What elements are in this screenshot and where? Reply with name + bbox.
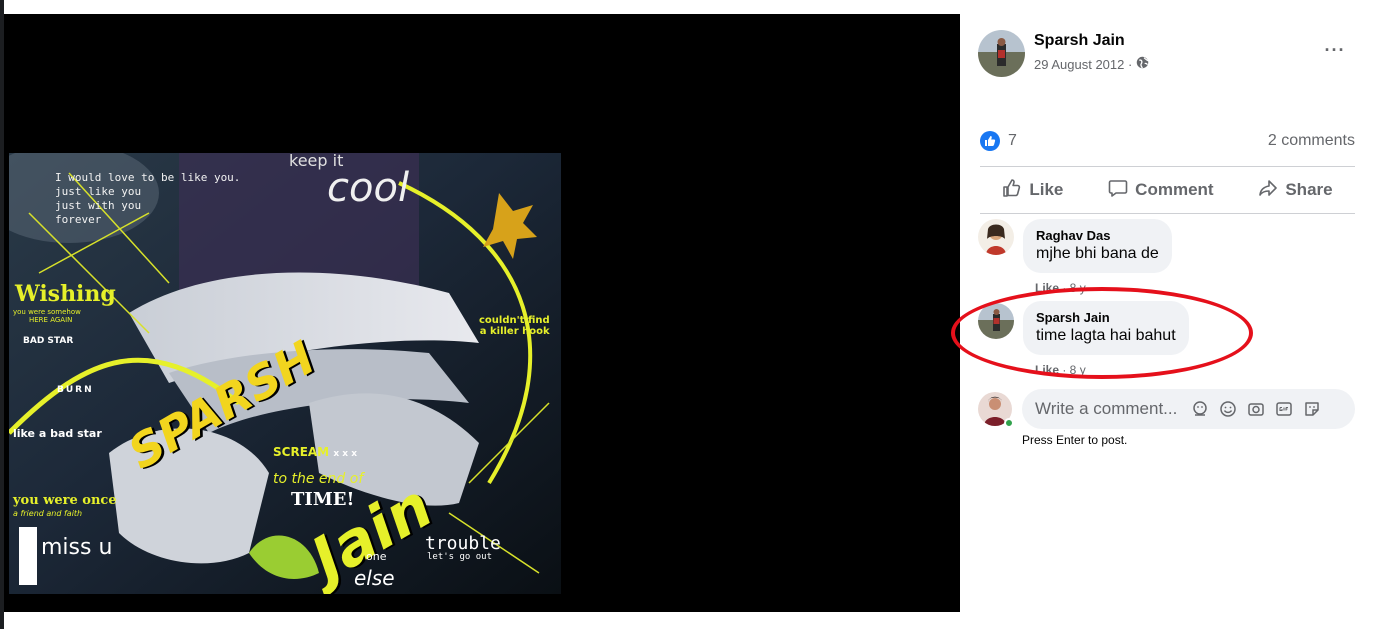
globe-icon (1136, 56, 1149, 72)
photo-text-one: one (366, 550, 387, 563)
divider (980, 213, 1355, 214)
post-photo[interactable]: I would love to be like you. just like y… (9, 153, 561, 594)
photo-text-cool: cool (327, 165, 410, 211)
photo-text-small: a friend and faith (13, 509, 83, 518)
photo-text-trouble: trouble (425, 533, 501, 554)
photo-text-else: else (354, 566, 395, 590)
comment-input[interactable] (1035, 399, 1185, 419)
photo-text-line: just with you (55, 199, 142, 212)
sticker-icon[interactable] (1303, 400, 1321, 418)
photo-text-line: couldn't find (479, 315, 550, 326)
camera-icon[interactable] (1247, 400, 1265, 418)
photo-viewer[interactable]: I would love to be like you. just like y… (4, 14, 960, 612)
comment-count-link[interactable]: 2 comments (1268, 132, 1355, 150)
post-meta: 29 August 2012 · (1034, 56, 1149, 72)
photo-text-line: forever (55, 213, 102, 226)
composer-hint: Press Enter to post. (1022, 433, 1128, 447)
post-date[interactable]: 29 August 2012 · (1034, 57, 1132, 72)
photo-text-scream: SCREAM (273, 445, 330, 459)
photo-text-wishing: Wishing (15, 281, 116, 307)
divider (980, 166, 1355, 167)
author-name[interactable]: Sparsh Jain (1034, 32, 1125, 50)
reaction-summary[interactable]: 7 (980, 131, 1017, 151)
comment-meta: Like · 8 y (1035, 363, 1086, 377)
like-label: Like (1029, 180, 1064, 199)
comment-composer[interactable] (1022, 389, 1355, 429)
comment-like-link[interactable]: Like (1035, 281, 1059, 295)
photo-text-line: just like you (55, 185, 142, 198)
photo-text-miss-u: miss u (41, 535, 113, 560)
comment-button[interactable]: Comment (1108, 178, 1214, 203)
commenter-name[interactable]: Sparsh Jain (1036, 310, 1176, 326)
share-label: Share (1285, 180, 1333, 199)
comment-age[interactable]: · 8 y (1059, 363, 1085, 377)
post-actions: Like Comment Share (980, 168, 1355, 212)
gif-icon[interactable] (1275, 400, 1293, 418)
comment-meta: Like · 8 y (1035, 281, 1086, 295)
comment-label: Comment (1135, 180, 1214, 199)
photo-text-end-of: to the end of (273, 471, 364, 487)
commenter-name[interactable]: Raghav Das (1036, 228, 1159, 244)
comment-bubble-icon (1108, 178, 1128, 203)
like-count: 7 (1008, 132, 1017, 149)
avatar-sticker-icon[interactable] (1191, 400, 1209, 418)
comment-text: time lagta hai bahut (1036, 327, 1176, 344)
share-button[interactable]: Share (1258, 178, 1333, 203)
comment-age[interactable]: · 8 y (1059, 281, 1085, 295)
photo-text-burn: BURN (57, 385, 94, 395)
photo-text-small: HERE AGAIN (29, 316, 73, 324)
thumbs-up-icon (1002, 178, 1022, 203)
comment-bubble: Sparsh Jain time lagta hai bahut (1023, 301, 1189, 355)
comment-like-link[interactable]: Like (1035, 363, 1059, 377)
post-sidebar: Sparsh Jain 29 August 2012 · ··· 7 2 com… (960, 0, 1373, 629)
more-options-button[interactable]: ··· (1320, 36, 1350, 66)
online-status-dot (1004, 418, 1014, 428)
photo-text-small: let's go out (427, 552, 493, 562)
share-arrow-icon (1258, 178, 1278, 203)
photo-text-like-bad-star: like a bad star (13, 427, 102, 440)
composer-toolbar (1191, 400, 1321, 418)
photo-text-small: you were somehow (13, 308, 81, 316)
photo-text-you-were-once: you were once (13, 493, 117, 508)
like-button[interactable]: Like (1002, 178, 1063, 203)
commenter-avatar[interactable] (978, 219, 1014, 255)
photo-text-line: a killer hook (479, 326, 550, 337)
photo-text-line: I would love to be like you. (55, 171, 241, 184)
emoji-icon[interactable] (1219, 400, 1237, 418)
author-avatar[interactable] (978, 30, 1025, 77)
like-reaction-icon (980, 131, 1000, 151)
commenter-avatar[interactable] (978, 303, 1014, 339)
comment-bubble: Raghav Das mjhe bhi bana de (1023, 219, 1172, 273)
photo-text-bad-star: BAD STAR (23, 336, 74, 346)
comment-text: mjhe bhi bana de (1036, 245, 1159, 262)
photo-text-scream-x: x x x (333, 449, 357, 459)
